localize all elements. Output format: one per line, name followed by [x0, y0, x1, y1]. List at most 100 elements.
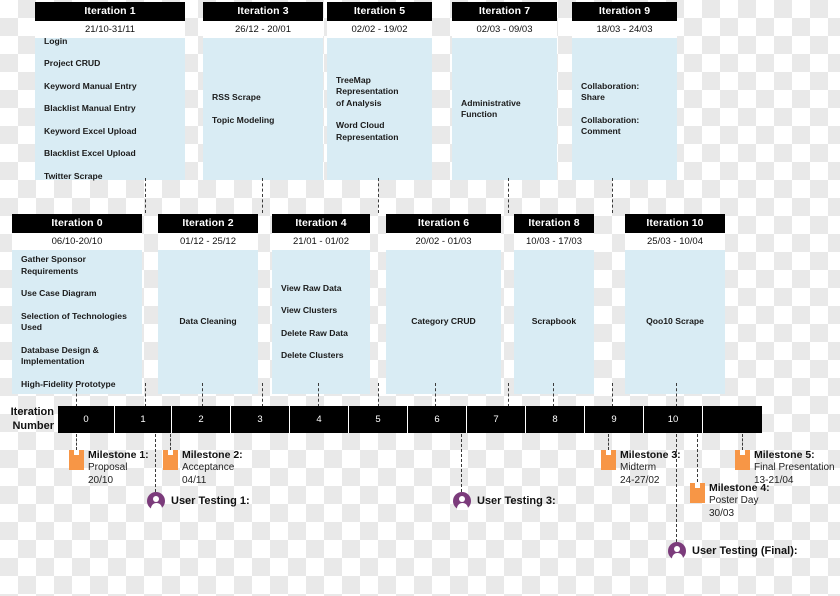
- milestone-flag-icon: [735, 450, 750, 470]
- axis-cell[interactable]: 6: [408, 406, 467, 433]
- iteration-dates: 02/03 - 09/03: [452, 21, 557, 38]
- task-item: Qoo10 Scrape: [646, 316, 704, 327]
- axis-cell[interactable]: 3: [231, 406, 290, 433]
- task-item: Administrative Function: [461, 97, 521, 120]
- connector-dash: [202, 383, 203, 407]
- iteration-card-8: Iteration 8 10/03 - 17/03 Scrapbook: [514, 214, 594, 394]
- iteration-title: Iteration 5: [327, 2, 432, 21]
- iteration-card-0: Iteration 0 06/10-20/10 Gather Sponsor R…: [12, 214, 142, 394]
- iteration-number-axis: 0 1 2 3 4 5 6 7 8 9 10: [58, 406, 762, 433]
- iteration-title: Iteration 0: [12, 214, 142, 233]
- axis-cell[interactable]: 10: [644, 406, 703, 433]
- iteration-tasks: Administrative Function: [452, 38, 557, 180]
- iteration-dates: 18/03 - 24/03: [572, 21, 677, 38]
- task-item: Topic Modeling: [212, 114, 275, 125]
- iteration-tasks: Scrapbook: [514, 250, 594, 394]
- task-item: Data Cleaning: [179, 316, 237, 327]
- task-item: High-Fidelity Prototype: [21, 378, 116, 389]
- iteration-dates: 06/10-20/10: [12, 233, 142, 250]
- iteration-tasks: Gather Sponsor Requirements Use Case Dia…: [12, 250, 142, 394]
- iteration-tasks: Category CRUD: [386, 250, 501, 394]
- iteration-dates: 25/03 - 10/04: [625, 233, 725, 250]
- milestone-title: Milestone 1:: [88, 449, 149, 461]
- milestone-name: Final Presentation: [754, 462, 835, 473]
- connector-dash: [262, 383, 263, 407]
- iteration-tasks: RSS Scrape Topic Modeling: [203, 38, 323, 180]
- user-icon: [668, 542, 686, 560]
- user-testing-label: User Testing 3:: [477, 495, 556, 507]
- connector-dash: [262, 178, 263, 213]
- iteration-tasks: Login Project CRUD Keyword Manual Entry …: [35, 35, 185, 181]
- task-item: Category CRUD: [411, 316, 476, 327]
- user-icon: [453, 492, 471, 510]
- axis-label-line1: Iteration: [10, 406, 54, 418]
- iteration-dates: 26/12 - 20/01: [203, 21, 323, 38]
- connector-dash: [76, 383, 77, 407]
- connector-dash: [612, 383, 613, 407]
- iteration-card-10: Iteration 10 25/03 - 10/04 Qoo10 Scrape: [625, 214, 725, 394]
- milestone-text: Milestone 1: Proposal 20/10: [88, 449, 149, 487]
- iteration-dates: 01/12 - 25/12: [158, 233, 258, 250]
- milestone-date: 20/10: [88, 474, 114, 486]
- iteration-card-5: Iteration 5 02/02 - 19/02 TreeMap Repres…: [327, 2, 432, 180]
- iteration-title: Iteration 1: [35, 2, 185, 21]
- axis-cell[interactable]: 8: [526, 406, 585, 433]
- connector-dash: [508, 178, 509, 213]
- milestone-title: Milestone 2:: [182, 449, 243, 461]
- task-item: Blacklist Excel Upload: [44, 148, 136, 159]
- task-item: Word Cloud Representation: [336, 120, 399, 142]
- axis-cell[interactable]: 5: [349, 406, 408, 433]
- milestone-flag-icon: [690, 483, 705, 503]
- iteration-dates: 02/02 - 19/02: [327, 21, 432, 38]
- task-item: Delete Clusters: [281, 350, 344, 360]
- milestone-date: 13-21/04: [754, 474, 794, 486]
- task-item: View Raw Data: [281, 282, 342, 293]
- connector-dash: [145, 178, 146, 213]
- iteration-tasks: TreeMap Representation of Analysis Word …: [327, 38, 432, 180]
- axis-cell[interactable]: 2: [172, 406, 231, 433]
- milestone-title: Milestone 5:: [754, 449, 815, 461]
- connector-dash: [318, 383, 319, 407]
- iteration-title: Iteration 6: [386, 214, 501, 233]
- milestone-date: 04/11: [182, 474, 207, 486]
- milestone-text: Milestone 4: Poster Day 30/03: [709, 482, 770, 520]
- axis-cell[interactable]: 0: [58, 406, 115, 433]
- task-item: View Clusters: [281, 305, 338, 315]
- task-item: Gather Sponsor Requirements: [21, 254, 86, 276]
- iteration-card-1: Iteration 1 21/10-31/11 Login Project CR…: [35, 2, 185, 181]
- connector-dash: [612, 178, 613, 213]
- milestone-lead-dash: [697, 434, 698, 482]
- connector-dash: [378, 383, 379, 407]
- axis-cell[interactable]: [703, 406, 762, 433]
- milestone-title: Milestone 3:: [620, 449, 681, 461]
- connector-dash: [676, 383, 677, 407]
- milestone-flag-icon: [69, 450, 84, 470]
- milestone-lead-dash: [608, 434, 609, 450]
- axis-cell[interactable]: 4: [290, 406, 349, 433]
- iteration-tasks: View Raw Data View Clusters Delete Raw D…: [272, 250, 370, 394]
- axis-cell[interactable]: 9: [585, 406, 644, 433]
- user-icon: [147, 492, 165, 510]
- connector-dash: [145, 383, 146, 407]
- milestone-date: 30/03: [709, 507, 735, 519]
- task-item: Keyword Excel Upload: [44, 125, 137, 136]
- axis-cell[interactable]: 1: [115, 406, 172, 433]
- task-item: Database Design & Implementation: [21, 344, 99, 367]
- task-item: Keyword Manual Entry: [44, 80, 137, 91]
- task-item: Delete Raw Data: [281, 327, 348, 338]
- axis-label: Iteration Number: [0, 405, 54, 433]
- iteration-card-4: Iteration 4 21/01 - 01/02 View Raw Data …: [272, 214, 370, 394]
- milestone-name: Midterm: [620, 462, 657, 473]
- task-item: TreeMap Representation of Analysis: [336, 74, 399, 108]
- task-item: Twitter Scrape: [44, 170, 103, 181]
- task-item: Login: [44, 35, 68, 46]
- axis-cell[interactable]: 7: [467, 406, 526, 433]
- iteration-tasks: Qoo10 Scrape: [625, 250, 725, 394]
- iteration-title: Iteration 2: [158, 214, 258, 233]
- milestone-text: Milestone 5: Final Presentation 13-21/04: [754, 449, 835, 487]
- iteration-title: Iteration 4: [272, 214, 370, 233]
- task-item: Blacklist Manual Entry: [44, 103, 136, 114]
- iteration-card-9: Iteration 9 18/03 - 24/03 Collaboration:…: [572, 2, 677, 180]
- connector-dash: [553, 383, 554, 407]
- user-testing-label: User Testing (Final):: [692, 545, 798, 557]
